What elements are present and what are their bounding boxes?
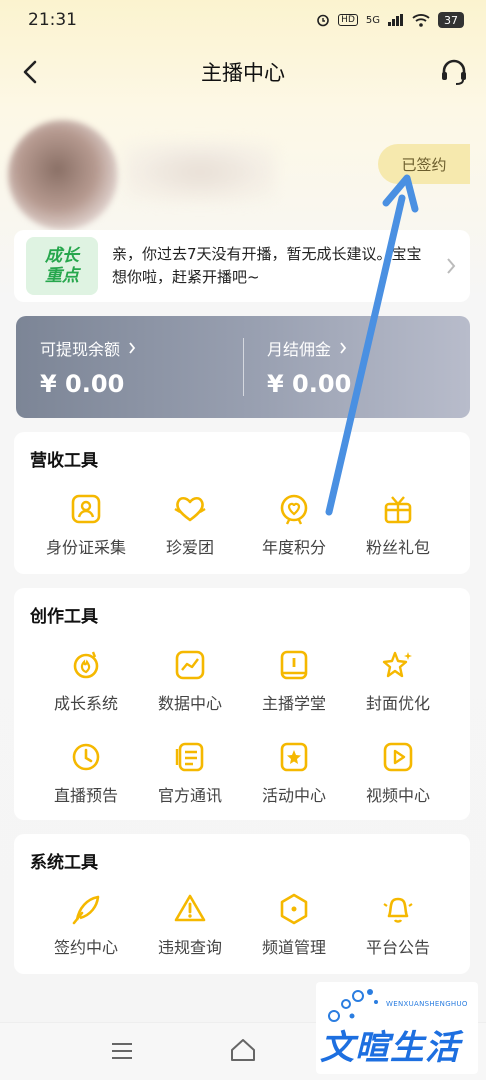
chevron-right-icon: [129, 342, 136, 354]
alarm-icon: [316, 13, 330, 27]
tool-label: 主播学堂: [261, 694, 326, 713]
tool-label: 身份证采集: [45, 538, 126, 557]
tool-label: 封面优化: [365, 694, 430, 713]
creation-tools-section: 创作工具 成长系统 数据中心 主播学堂 封面优化 直播预告 官方通讯 活动中心 …: [14, 588, 470, 820]
withdrawable-balance[interactable]: 可提现余额 ¥ 0.00: [40, 336, 136, 398]
badge-icon: [280, 494, 308, 525]
quill-icon: [72, 895, 100, 925]
page-title: 主播中心: [201, 61, 285, 85]
id-card-icon: [71, 494, 101, 524]
tool-label: 数据中心: [157, 694, 222, 713]
section-title: 系统工具: [30, 853, 98, 873]
tool-data-center[interactable]: 数据中心: [140, 648, 240, 718]
hd-icon: HD: [338, 14, 358, 26]
tool-label: 成长系统: [53, 694, 118, 713]
heart-group-icon: [174, 496, 206, 522]
watermark-logo: WENXUANSHENGHUO 文暄生活: [316, 982, 478, 1074]
menu-icon[interactable]: [110, 1041, 134, 1061]
hexagon-icon: [280, 893, 308, 925]
chevron-right-icon: [340, 342, 347, 354]
tool-label: 视频中心: [365, 786, 430, 805]
growth-badge-line1: 成长: [45, 246, 79, 266]
tool-fan-club[interactable]: 珍爱团: [140, 492, 240, 562]
tool-official-news[interactable]: 官方通讯: [140, 740, 240, 810]
growth-suggestion-card[interactable]: 成长 重点 亲，你过去7天没有开播，暂无成长建议。宝宝想你啦，赶紧开播吧~: [14, 230, 470, 302]
system-tools-section: 系统工具 签约中心 违规查询 频道管理 平台公告: [14, 834, 470, 974]
monthly-commission[interactable]: 月结佣金 ¥ 0.00: [267, 336, 351, 398]
balance-divider: [243, 338, 244, 396]
signed-status-badge[interactable]: 已签约: [378, 144, 470, 184]
growth-message: 亲，你过去7天没有开播，暂无成长建议。宝宝想你啦，赶紧开播吧~: [112, 245, 422, 286]
tool-contract-center[interactable]: 签约中心: [36, 892, 136, 962]
tool-label: 官方通讯: [157, 786, 222, 805]
tool-video-center[interactable]: 视频中心: [348, 740, 448, 810]
tool-id-card-collection[interactable]: 身份证采集: [36, 492, 136, 562]
bookmark-star-icon: [280, 742, 308, 772]
tool-streamer-academy[interactable]: 主播学堂: [244, 648, 344, 718]
book-icon: [280, 650, 308, 680]
tool-activity-center[interactable]: 活动中心: [244, 740, 344, 810]
status-time: 21:31: [28, 10, 77, 30]
tool-label: 平台公告: [365, 938, 430, 957]
tool-label: 直播预告: [53, 786, 118, 805]
clock-icon: [72, 743, 100, 771]
star-sparkle-icon: [382, 651, 412, 678]
growth-badge-line2: 重点: [45, 266, 79, 286]
balance-card: 可提现余额 ¥ 0.00 月结佣金 ¥ 0.00: [16, 316, 470, 418]
watermark-title: 文暄生活: [320, 1028, 460, 1068]
bell-icon: [383, 897, 413, 923]
tool-label: 签约中心: [53, 938, 118, 957]
tool-fan-gift-pack[interactable]: 粉丝礼包: [348, 492, 448, 562]
gift-icon: [384, 496, 412, 524]
streamer-name-blurred: [125, 142, 275, 202]
growth-flame-icon: [73, 651, 99, 679]
withdrawable-label: 可提现余额: [40, 340, 121, 359]
monthly-value: ¥ 0.00: [267, 370, 352, 398]
section-title: 创作工具: [30, 607, 98, 627]
tool-violation-query[interactable]: 违规查询: [140, 892, 240, 962]
signal-icon: [388, 14, 404, 26]
tool-label: 粉丝礼包: [365, 538, 430, 557]
watermark-subtitle: WENXUANSHENGHUO: [386, 1000, 468, 1008]
growth-focus-badge: 成长 重点: [26, 237, 98, 295]
news-list-icon: [175, 742, 204, 772]
tool-label: 违规查询: [157, 938, 222, 957]
tool-channel-management[interactable]: 频道管理: [244, 892, 344, 962]
battery-indicator: 37: [438, 12, 464, 28]
chevron-right-icon: [447, 258, 456, 274]
status-bar: 21:31 HD 5G 37: [0, 0, 486, 40]
status-icons: HD 5G 37: [316, 12, 464, 28]
tool-label: 活动中心: [261, 786, 326, 805]
tool-growth-system[interactable]: 成长系统: [36, 648, 136, 718]
home-icon[interactable]: [229, 1037, 257, 1063]
data-chart-icon: [175, 650, 205, 680]
network-label: 5G: [365, 14, 380, 26]
customer-service-icon[interactable]: [438, 56, 470, 88]
monthly-label: 月结佣金: [267, 340, 332, 359]
tool-annual-points[interactable]: 年度积分: [244, 492, 344, 562]
revenue-tools-section: 营收工具 身份证采集 珍爱团 年度积分 粉丝礼包: [14, 432, 470, 574]
tool-platform-notice[interactable]: 平台公告: [348, 892, 448, 962]
warning-icon: [174, 894, 206, 922]
withdrawable-value: ¥ 0.00: [40, 370, 125, 398]
back-arrow-icon[interactable]: [16, 56, 46, 88]
tool-label: 频道管理: [261, 938, 326, 957]
tool-live-preview[interactable]: 直播预告: [36, 740, 136, 810]
profile-header: 已签约: [0, 112, 486, 230]
tool-label: 珍爱团: [165, 538, 214, 557]
avatar[interactable]: [8, 120, 118, 230]
section-title: 营收工具: [30, 451, 98, 471]
nav-bar: 主播中心: [0, 48, 486, 96]
tool-label: 年度积分: [261, 538, 326, 557]
tool-cover-optimize[interactable]: 封面优化: [348, 648, 448, 718]
wifi-icon: [412, 13, 430, 27]
video-play-icon: [383, 742, 413, 772]
